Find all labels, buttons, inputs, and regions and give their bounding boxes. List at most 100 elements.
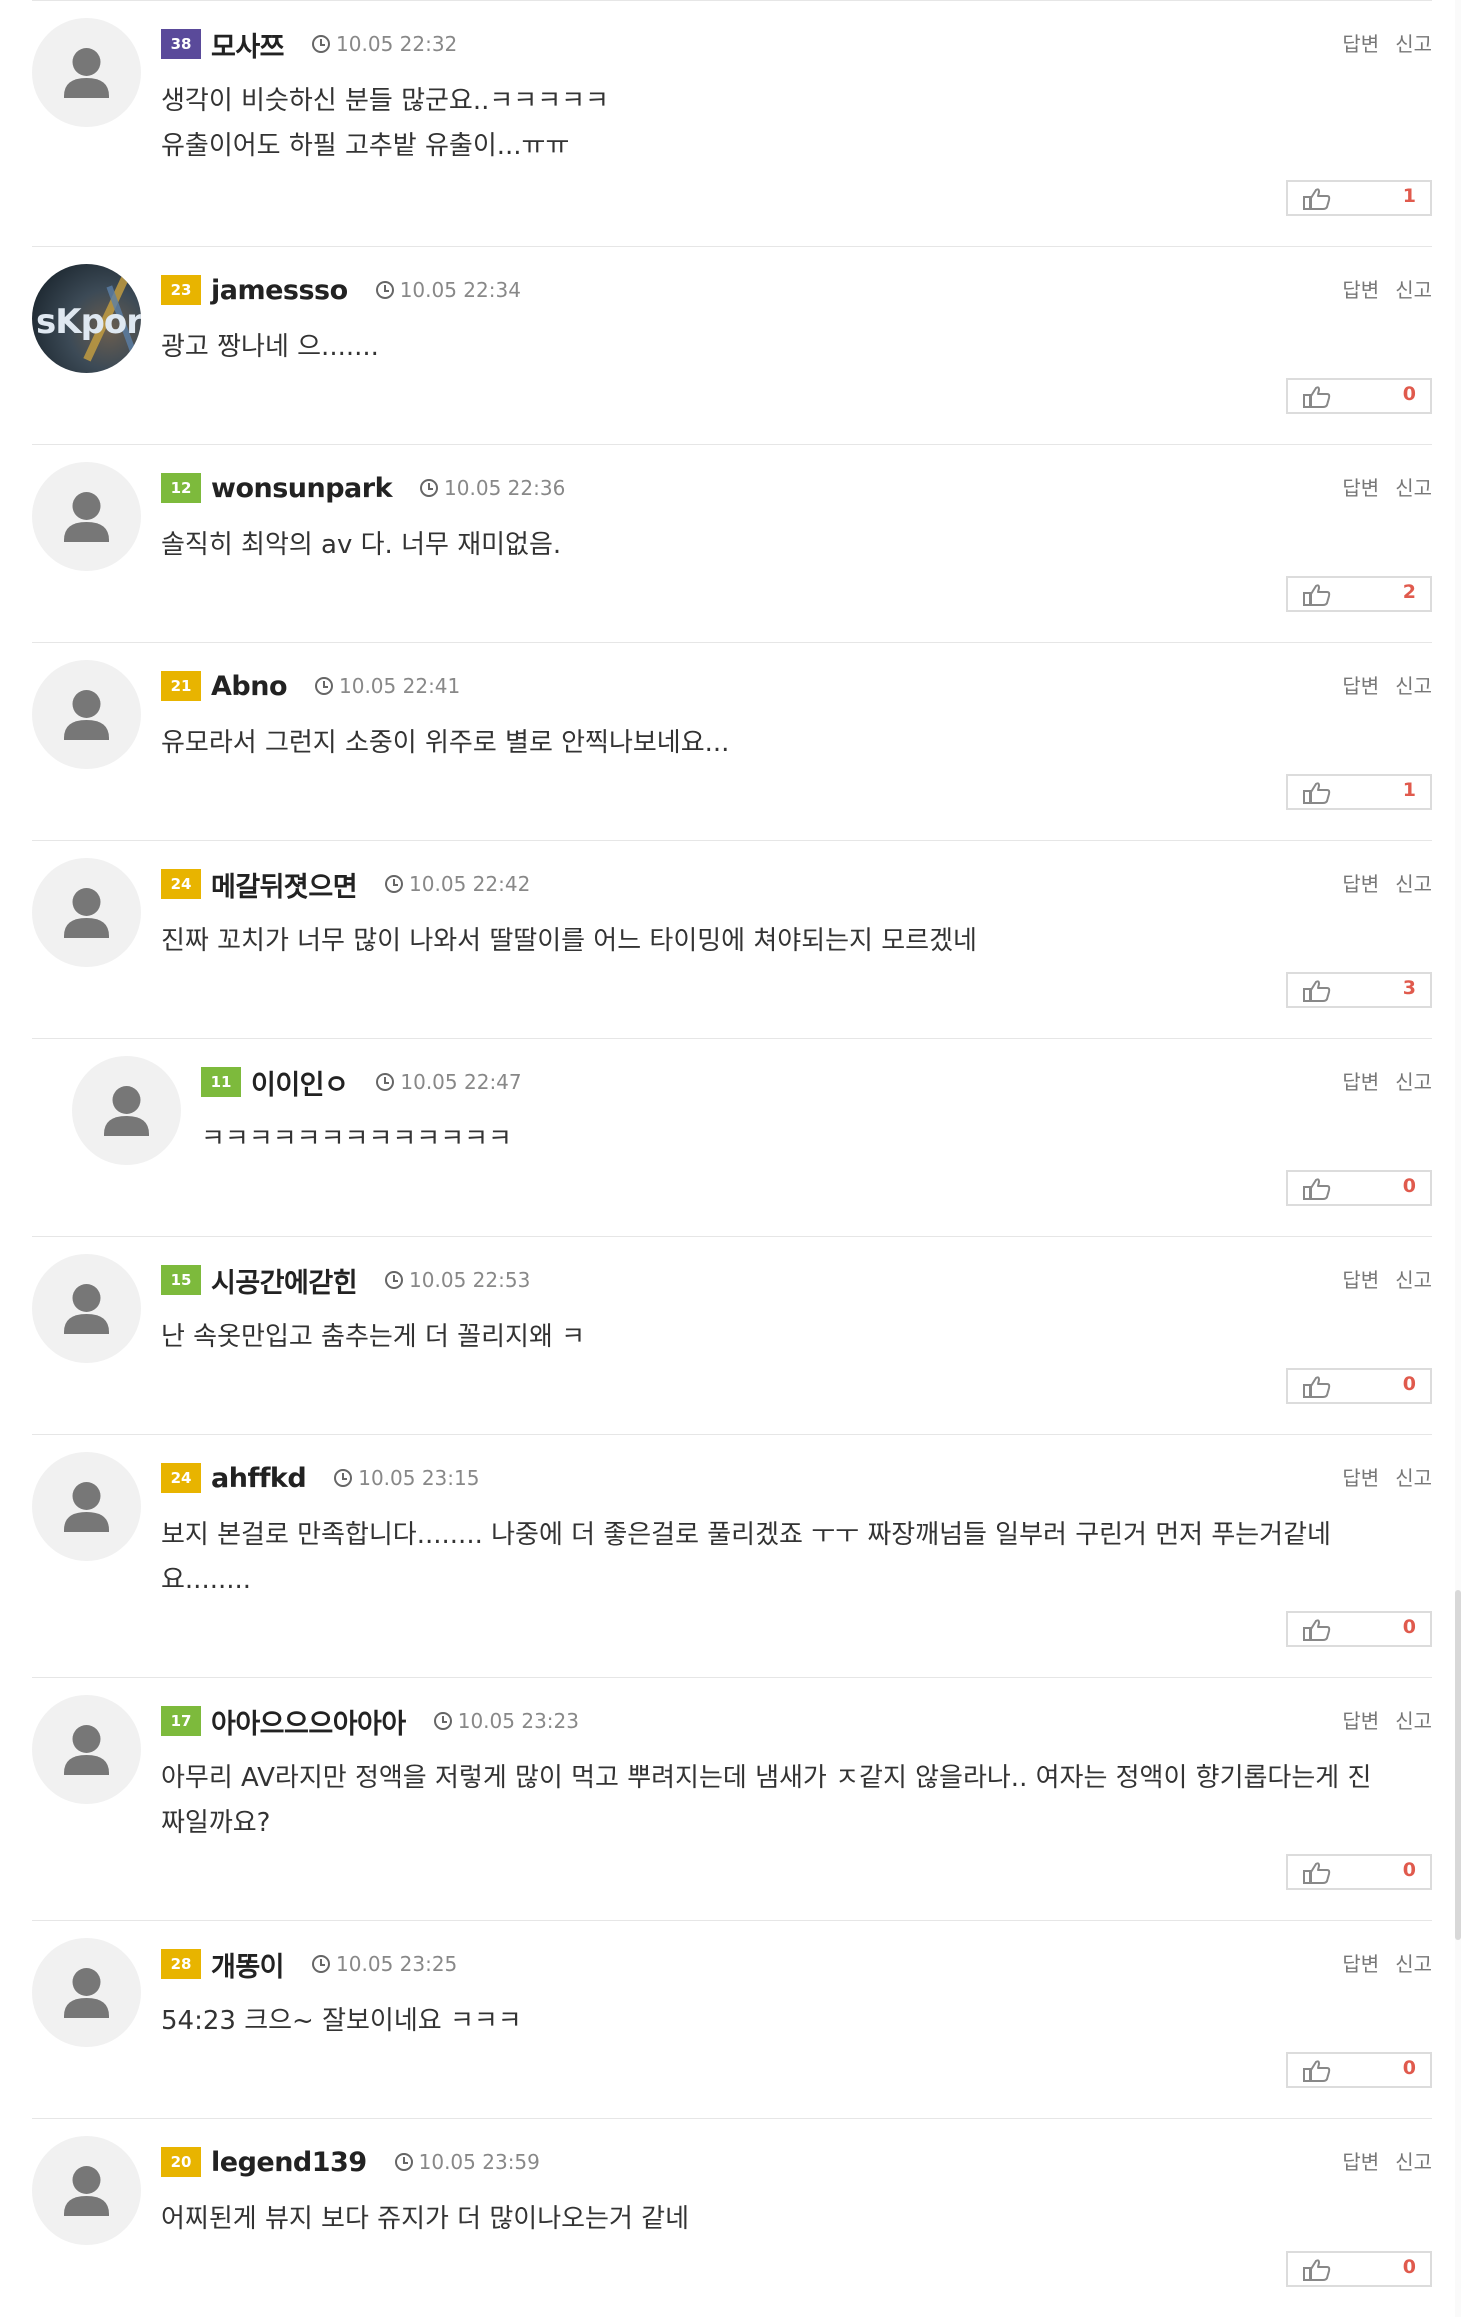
comment-text: 광고 짱나네 으....... [161, 332, 379, 362]
report-button[interactable]: 신고 [1395, 278, 1432, 302]
level-badge: 21 [161, 671, 201, 701]
comment-time: 10.05 22:32 [336, 32, 458, 56]
comment-item: 12 wonsunpark 10.05 22:36 답변 신고 솔직히 최악의 a… [32, 444, 1432, 642]
like-button[interactable]: 0 [1286, 378, 1432, 414]
username[interactable]: 시공간에갇힌 [211, 1261, 358, 1300]
reply-button[interactable]: 답변 [1342, 1709, 1379, 1733]
thumbs-up-icon [1302, 1177, 1332, 1205]
clock-icon [376, 1073, 395, 1091]
thumbs-up-icon [1302, 2059, 1332, 2087]
report-button[interactable]: 신고 [1395, 476, 1432, 500]
username[interactable]: 개똥이 [211, 1945, 285, 1984]
username[interactable]: 아아으으으아아아 [211, 1702, 406, 1741]
scrollbar-thumb[interactable] [1455, 1590, 1461, 1940]
reply-button[interactable]: 답변 [1342, 278, 1379, 302]
comment-meta: 24 메갈뒤졋으면 10.05 22:42 [161, 865, 531, 904]
thumbs-up-icon [1302, 187, 1332, 215]
username[interactable]: 모사쯔 [211, 25, 285, 64]
username[interactable]: Abno [211, 671, 288, 702]
scrollbar[interactable] [1455, 0, 1461, 2317]
user-avatar-icon[interactable] [32, 1254, 141, 1363]
user-avatar-icon[interactable] [32, 858, 141, 967]
comment-meta: 23 jamessso 10.05 22:34 [161, 272, 521, 308]
report-button[interactable]: 신고 [1395, 1268, 1432, 1292]
like-button[interactable]: 0 [1286, 1368, 1432, 1404]
like-button[interactable]: 0 [1286, 2052, 1432, 2088]
comment-meta: 38 모사쯔 10.05 22:32 [161, 25, 458, 64]
user-avatar-icon[interactable] [32, 18, 141, 127]
comment-item: 15 시공간에갇힌 10.05 22:53 답변 신고 난 속옷만입고 춤추는게 … [32, 1236, 1432, 1434]
comment-text: 보지 본걸로 만족합니다........ 나중에 더 좋은걸로 풀리겠죠 ㅜㅜ … [161, 1520, 1331, 1595]
comment-meta: 15 시공간에갇힌 10.05 22:53 [161, 1261, 530, 1300]
like-button[interactable]: 0 [1286, 1611, 1432, 1647]
report-button[interactable]: 신고 [1395, 872, 1432, 896]
username[interactable]: 이이인ㅇ [251, 1063, 349, 1102]
level-badge: 12 [161, 473, 201, 503]
user-avatar-photo[interactable]: sKporn [32, 264, 141, 373]
clock-icon [334, 1469, 353, 1487]
like-button[interactable]: 0 [1286, 1854, 1432, 1890]
comment-time: 10.05 22:34 [399, 278, 521, 302]
thumbs-up-icon [1302, 2258, 1332, 2286]
user-avatar-icon[interactable] [32, 1938, 141, 2047]
user-avatar-icon[interactable] [32, 660, 141, 769]
username[interactable]: wonsunpark [211, 473, 393, 504]
username[interactable]: legend139 [211, 2147, 367, 2178]
reply-button[interactable]: 답변 [1342, 1070, 1379, 1094]
reply-button[interactable]: 답변 [1342, 674, 1379, 698]
report-button[interactable]: 신고 [1395, 1952, 1432, 1976]
thumbs-up-icon [1302, 1375, 1332, 1403]
comment-time: 10.05 22:42 [409, 872, 531, 896]
like-button[interactable]: 0 [1286, 1170, 1432, 1206]
thumbs-up-icon [1302, 1861, 1332, 1889]
reply-comment: 11 이이인ㅇ 10.05 22:47 답변 신고 ㅋㅋㅋㅋㅋㅋㅋㅋㅋㅋㅋㅋㅋ 0 [32, 1038, 1432, 1236]
report-button[interactable]: 신고 [1395, 2150, 1432, 2174]
reply-button[interactable]: 답변 [1342, 2150, 1379, 2174]
level-badge: 24 [161, 1463, 201, 1493]
like-count: 1 [1402, 779, 1416, 801]
like-button[interactable]: 3 [1286, 972, 1432, 1008]
like-count: 0 [1402, 1175, 1416, 1197]
user-avatar-icon[interactable] [32, 2136, 141, 2245]
comment-actions: 답변 신고 [1326, 28, 1432, 57]
like-button[interactable]: 2 [1286, 576, 1432, 612]
comment-time: 10.05 23:15 [358, 1466, 480, 1490]
clock-icon [433, 1712, 452, 1730]
report-button[interactable]: 신고 [1395, 1466, 1432, 1490]
reply-button[interactable]: 답변 [1342, 872, 1379, 896]
like-count: 0 [1402, 383, 1416, 405]
report-button[interactable]: 신고 [1395, 32, 1432, 56]
thumbs-up-icon [1302, 385, 1332, 413]
username[interactable]: ahffkd [211, 1463, 307, 1494]
like-button[interactable]: 1 [1286, 180, 1432, 216]
user-avatar-icon[interactable] [72, 1056, 181, 1165]
reply-button[interactable]: 답변 [1342, 1952, 1379, 1976]
report-button[interactable]: 신고 [1395, 1070, 1432, 1094]
report-button[interactable]: 신고 [1395, 674, 1432, 698]
comment-text: 어찌된게 뷰지 보다 쥬지가 더 많이나오는거 같네 [161, 2204, 689, 2234]
reply-button[interactable]: 답변 [1342, 476, 1379, 500]
like-button[interactable]: 1 [1286, 774, 1432, 810]
like-count: 2 [1402, 581, 1416, 603]
thumbs-up-icon [1302, 781, 1332, 809]
comment-meta: 12 wonsunpark 10.05 22:36 [161, 470, 565, 506]
user-avatar-icon[interactable] [32, 1695, 141, 1804]
comment-item: 24 ahffkd 10.05 23:15 답변 신고 보지 본걸로 만족합니다.… [32, 1434, 1432, 1677]
level-badge: 20 [161, 2147, 201, 2177]
comment-actions: 답변 신고 [1326, 1705, 1432, 1734]
user-avatar-icon[interactable] [32, 462, 141, 571]
comment-text: 아무리 AV라지만 정액을 저렇게 많이 먹고 뿌려지는데 냄새가 ㅈ같지 않을… [161, 1763, 1372, 1838]
reply-button[interactable]: 답변 [1342, 1466, 1379, 1490]
username[interactable]: jamessso [211, 275, 348, 306]
report-button[interactable]: 신고 [1395, 1709, 1432, 1733]
comment-actions: 답변 신고 [1326, 472, 1432, 501]
comment-meta: 28 개똥이 10.05 23:25 [161, 1945, 457, 1984]
reply-button[interactable]: 답변 [1342, 32, 1379, 56]
user-avatar-icon[interactable] [32, 1452, 141, 1561]
username[interactable]: 메갈뒤졋으면 [211, 865, 358, 904]
reply-button[interactable]: 답변 [1342, 1268, 1379, 1292]
like-button[interactable]: 0 [1286, 2251, 1432, 2287]
comment-time: 10.05 22:41 [339, 674, 461, 698]
comment-text: 솔직히 최악의 av 다. 너무 재미없음. [161, 530, 562, 560]
comment-item: 24 메갈뒤졋으면 10.05 22:42 답변 신고 진짜 꼬치가 너무 많이 … [32, 840, 1432, 1038]
